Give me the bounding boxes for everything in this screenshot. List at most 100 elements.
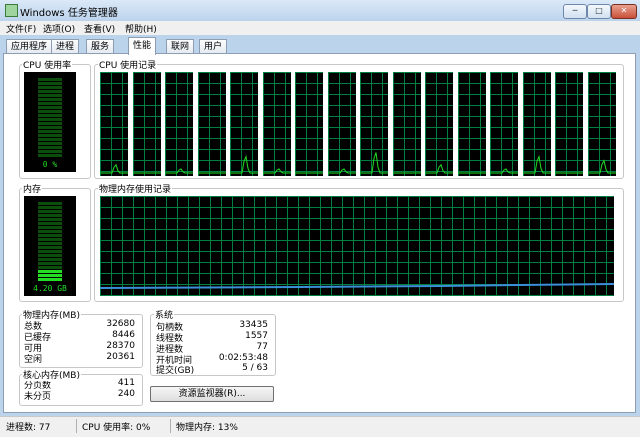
- cpu-core-graph: [393, 72, 421, 176]
- cpu-core-graph: [458, 72, 486, 176]
- cpu-core-graph: [328, 72, 356, 176]
- memory-history-line: [100, 283, 614, 289]
- memory-meter-segment: [38, 230, 62, 233]
- status-separator: [76, 419, 77, 433]
- cpu-core-trace: [458, 172, 486, 174]
- cpu-core-line: [230, 154, 258, 174]
- cpu-core-line: [328, 168, 356, 174]
- memory-meter-segment: [38, 242, 62, 245]
- memory-meter-segment: [38, 254, 62, 257]
- cpu-core-trace: [295, 172, 323, 174]
- status-memory: 物理内存: 13%: [176, 423, 238, 433]
- stat-value: 1557: [245, 331, 268, 341]
- cpu-core-trace: [100, 163, 128, 174]
- close-button[interactable]: ✕: [611, 4, 637, 19]
- cpu-core-graph: [588, 72, 616, 176]
- memory-meter-segment: [38, 246, 62, 249]
- cpu-core-trace: [133, 172, 161, 174]
- cpu-core-graph: [230, 72, 258, 176]
- stat-value: 411: [117, 378, 135, 388]
- cpu-core-graph: [425, 72, 453, 176]
- cpu-core-line: [490, 168, 518, 174]
- memory-meter-segment: [38, 206, 62, 209]
- memory-meter-segment: [38, 266, 62, 269]
- cpu-core-trace: [360, 152, 388, 174]
- stat-value: 33435: [239, 320, 268, 330]
- memory-history-title: 物理内存使用记录: [98, 182, 173, 195]
- status-cpu: CPU 使用率: 0%: [82, 423, 151, 433]
- memory-meter-segment: [38, 222, 62, 225]
- tab-processes[interactable]: 进程: [51, 39, 80, 54]
- cpu-core-graph: [263, 72, 291, 176]
- system-title: 系统: [154, 308, 175, 321]
- menu-view[interactable]: 查看(V): [84, 22, 115, 35]
- cpu-meter-segment: [38, 110, 62, 113]
- stat-value: 20361: [106, 352, 135, 362]
- physical-memory-title: 物理内存(MB): [22, 308, 81, 321]
- memory-meter-segment: [38, 270, 62, 273]
- stat-value: 240: [117, 389, 135, 399]
- memory-meter-segment: [38, 234, 62, 237]
- cpu-core-graph: [165, 72, 193, 176]
- cpu-core-trace: [523, 154, 551, 174]
- menu-file[interactable]: 文件(F): [6, 22, 36, 35]
- cpu-core-graph: [360, 72, 388, 176]
- tab-networking[interactable]: 联网: [166, 39, 195, 54]
- cpu-meter-segment: [38, 102, 62, 105]
- cpu-core-graphs: [100, 72, 616, 176]
- cpu-core-trace: [328, 168, 356, 174]
- status-processes: 进程数: 77: [6, 423, 51, 433]
- memory-meter-segment: [38, 214, 62, 217]
- memory-meter-segment: [38, 238, 62, 241]
- tab-services[interactable]: 服务: [86, 39, 115, 54]
- menu-bar: 文件(F) 选项(O) 查看(V) 帮助(H): [0, 21, 640, 35]
- menu-help[interactable]: 帮助(H): [125, 22, 157, 35]
- cpu-meter-segment: [38, 138, 62, 141]
- cpu-meter-segment: [38, 90, 62, 93]
- cpu-meter-segment: [38, 114, 62, 117]
- stat-label: 未分页: [24, 392, 52, 402]
- tab-performance[interactable]: 性能: [128, 37, 157, 55]
- resource-monitor-button[interactable]: 资源监视器(R)...: [150, 386, 274, 402]
- stat-value: 28370: [106, 341, 135, 351]
- cpu-meter-segment: [38, 106, 62, 109]
- cpu-usage-title: CPU 使用率: [22, 58, 73, 71]
- menu-options[interactable]: 选项(O): [43, 22, 75, 35]
- cpu-core-line: [165, 168, 193, 174]
- stat-value: 77: [256, 342, 268, 352]
- cpu-meter-segment: [38, 94, 62, 97]
- cpu-core-graph: [490, 72, 518, 176]
- cpu-core-line: [263, 168, 291, 174]
- cpu-usage-value: 0 %: [42, 160, 58, 169]
- cpu-meter-segment: [38, 98, 62, 101]
- cpu-meter-segment: [38, 82, 62, 85]
- minimize-button[interactable]: ─: [563, 4, 587, 19]
- cpu-meter-segment: [38, 130, 62, 133]
- tab-users[interactable]: 用户: [199, 39, 228, 54]
- cpu-core-line: [588, 159, 616, 174]
- cpu-core-graph: [133, 72, 161, 176]
- cpu-core-trace: [198, 172, 226, 174]
- memory-meter-segment: [38, 218, 62, 221]
- kernel-memory-title: 核心内存(MB): [22, 368, 81, 381]
- memory-meter-segment: [38, 258, 62, 261]
- cpu-core-line: [360, 152, 388, 174]
- window-title: Windows 任务管理器: [20, 8, 118, 19]
- cpu-meter-segment: [38, 134, 62, 137]
- cpu-usage-meter: 0 %: [24, 72, 76, 172]
- cpu-core-trace: [393, 172, 421, 174]
- cpu-core-graph: [523, 72, 551, 176]
- task-manager-icon: [5, 4, 18, 17]
- cpu-meter-segment: [38, 150, 62, 153]
- cpu-core-trace: [425, 163, 453, 174]
- memory-meter-segment: [38, 250, 62, 253]
- tab-applications[interactable]: 应用程序: [6, 39, 53, 54]
- cpu-core-line: [523, 154, 551, 174]
- cpu-meter-segment: [38, 126, 62, 129]
- memory-meter-segment: [38, 210, 62, 213]
- memory-meter: 4.20 GB: [24, 196, 76, 296]
- maximize-button[interactable]: □: [587, 4, 611, 19]
- stat-value: 8446: [112, 330, 135, 340]
- cpu-core-trace: [263, 168, 291, 174]
- memory-title: 内存: [22, 182, 43, 195]
